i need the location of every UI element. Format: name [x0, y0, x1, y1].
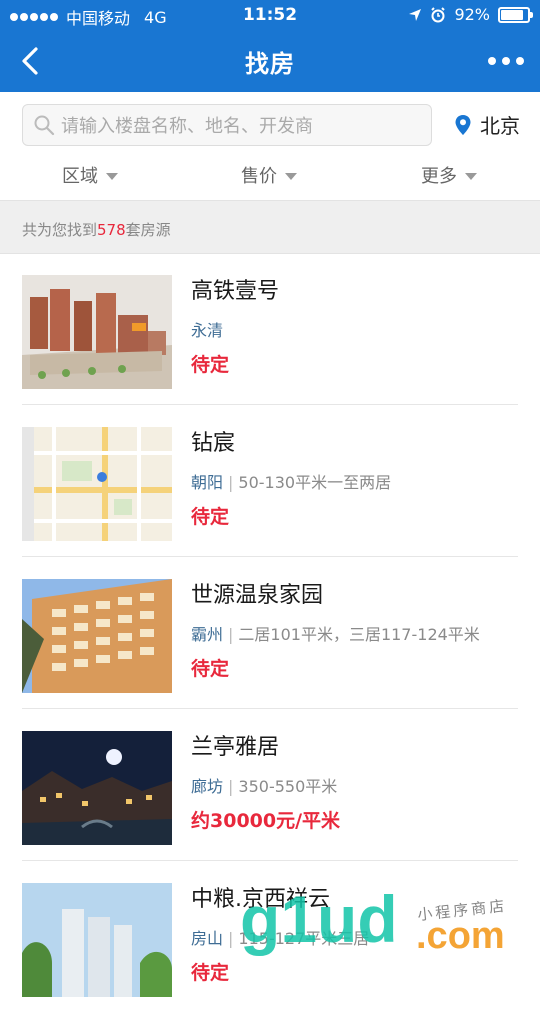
listing-spec: 二居101平米，三居117-124平米 [238, 625, 480, 644]
status-bar: 中国移动 4G 11:52 92% [0, 0, 540, 30]
count-suffix: 套房源 [125, 221, 171, 239]
search-row: 请输入楼盘名称、地名、开发商 北京 [0, 92, 540, 154]
listing-district: 永清 [191, 321, 224, 340]
more-button[interactable] [486, 50, 526, 72]
listing-name: 高铁壹号 [191, 279, 280, 304]
listing-meta: 廊坊 | 350-550平米 [191, 773, 518, 797]
search-icon [34, 115, 55, 136]
result-count-banner: 共为您找到578套房源 [0, 201, 540, 254]
search-placeholder: 请输入楼盘名称、地名、开发商 [61, 116, 313, 137]
battery-percent: 92% [454, 5, 490, 24]
listing-price: 待定 [191, 962, 230, 984]
listing-item[interactable]: 世源温泉家园 霸州 | 二居101平米，三居117-124平米 待定 [0, 557, 540, 709]
filter-price[interactable]: 售价 [241, 162, 297, 188]
nav-bar: 找房 [0, 30, 540, 92]
caret-down-icon [106, 172, 118, 180]
listing-district: 房山 [191, 929, 224, 948]
listing-name: 中粮.京西祥云 [191, 887, 330, 912]
listing-spec: 50-130平米一至两居 [238, 473, 392, 492]
result-count-text: 共为您找到578套房源 [22, 219, 171, 240]
filter-label: 售价 [241, 166, 277, 187]
search-input[interactable]: 请输入楼盘名称、地名、开发商 [22, 104, 432, 146]
caret-down-icon [465, 172, 477, 180]
top-bar: 中国移动 4G 11:52 92% 找房 [0, 0, 540, 92]
listing-photo [22, 883, 172, 997]
filter-label: 更多 [421, 166, 457, 187]
listing-name: 钻宸 [191, 431, 236, 456]
listing-district: 朝阳 [191, 473, 224, 492]
meta-divider: | [228, 777, 234, 796]
caret-down-icon [285, 172, 297, 180]
location-pin-icon [455, 114, 471, 135]
listing-price: 待定 [191, 354, 230, 376]
filter-bar: 区域 售价 更多 [0, 154, 540, 201]
listing-meta: 永清 [191, 317, 518, 341]
result-count-number: 578 [97, 221, 126, 239]
listing-spec: 350-550平米 [238, 777, 338, 796]
listing-district: 霸州 [191, 625, 224, 644]
listing-name: 世源温泉家园 [191, 583, 324, 608]
meta-divider: | [228, 473, 234, 492]
location-arrow-icon [409, 8, 422, 21]
filter-more[interactable]: 更多 [421, 162, 477, 188]
listing-price: 待定 [191, 506, 230, 528]
meta-divider: | [228, 929, 234, 948]
listing-item[interactable]: 兰亭雅居 廊坊 | 350-550平米 约30000元/平米 [0, 709, 540, 861]
listing-item[interactable]: 高铁壹号 永清 待定 [0, 253, 540, 405]
city-label: 北京 [480, 114, 520, 138]
filter-label: 区域 [62, 166, 98, 187]
listing-meta: 房山 | 115-127平米三居 [191, 925, 518, 949]
page-title: 找房 [245, 50, 295, 78]
listing-item[interactable]: 中粮.京西祥云 房山 | 115-127平米三居 待定 [0, 861, 540, 1013]
more-horizontal-icon [488, 57, 524, 65]
filter-region[interactable]: 区域 [62, 162, 118, 188]
meta-divider: | [228, 625, 234, 644]
battery-icon [498, 6, 533, 23]
count-prefix: 共为您找到 [22, 221, 98, 239]
listing-district: 廊坊 [191, 777, 224, 796]
listing-photo [22, 275, 172, 389]
listing-map-photo [22, 427, 172, 541]
alarm-icon [431, 6, 446, 22]
city-selector[interactable]: 北京 [454, 110, 520, 139]
listing-name: 兰亭雅居 [191, 735, 280, 760]
listing-meta: 朝阳 | 50-130平米一至两居 [191, 469, 518, 493]
listing-meta: 霸州 | 二居101平米，三居117-124平米 [191, 621, 518, 645]
listing-photo [22, 731, 172, 845]
listing-spec: 115-127平米三居 [238, 929, 370, 948]
listing-price: 待定 [191, 658, 230, 680]
listing-price: 约30000元/平米 [191, 810, 341, 832]
listing-item[interactable]: 钻宸 朝阳 | 50-130平米一至两居 待定 [0, 405, 540, 557]
listing-photo [22, 579, 172, 693]
